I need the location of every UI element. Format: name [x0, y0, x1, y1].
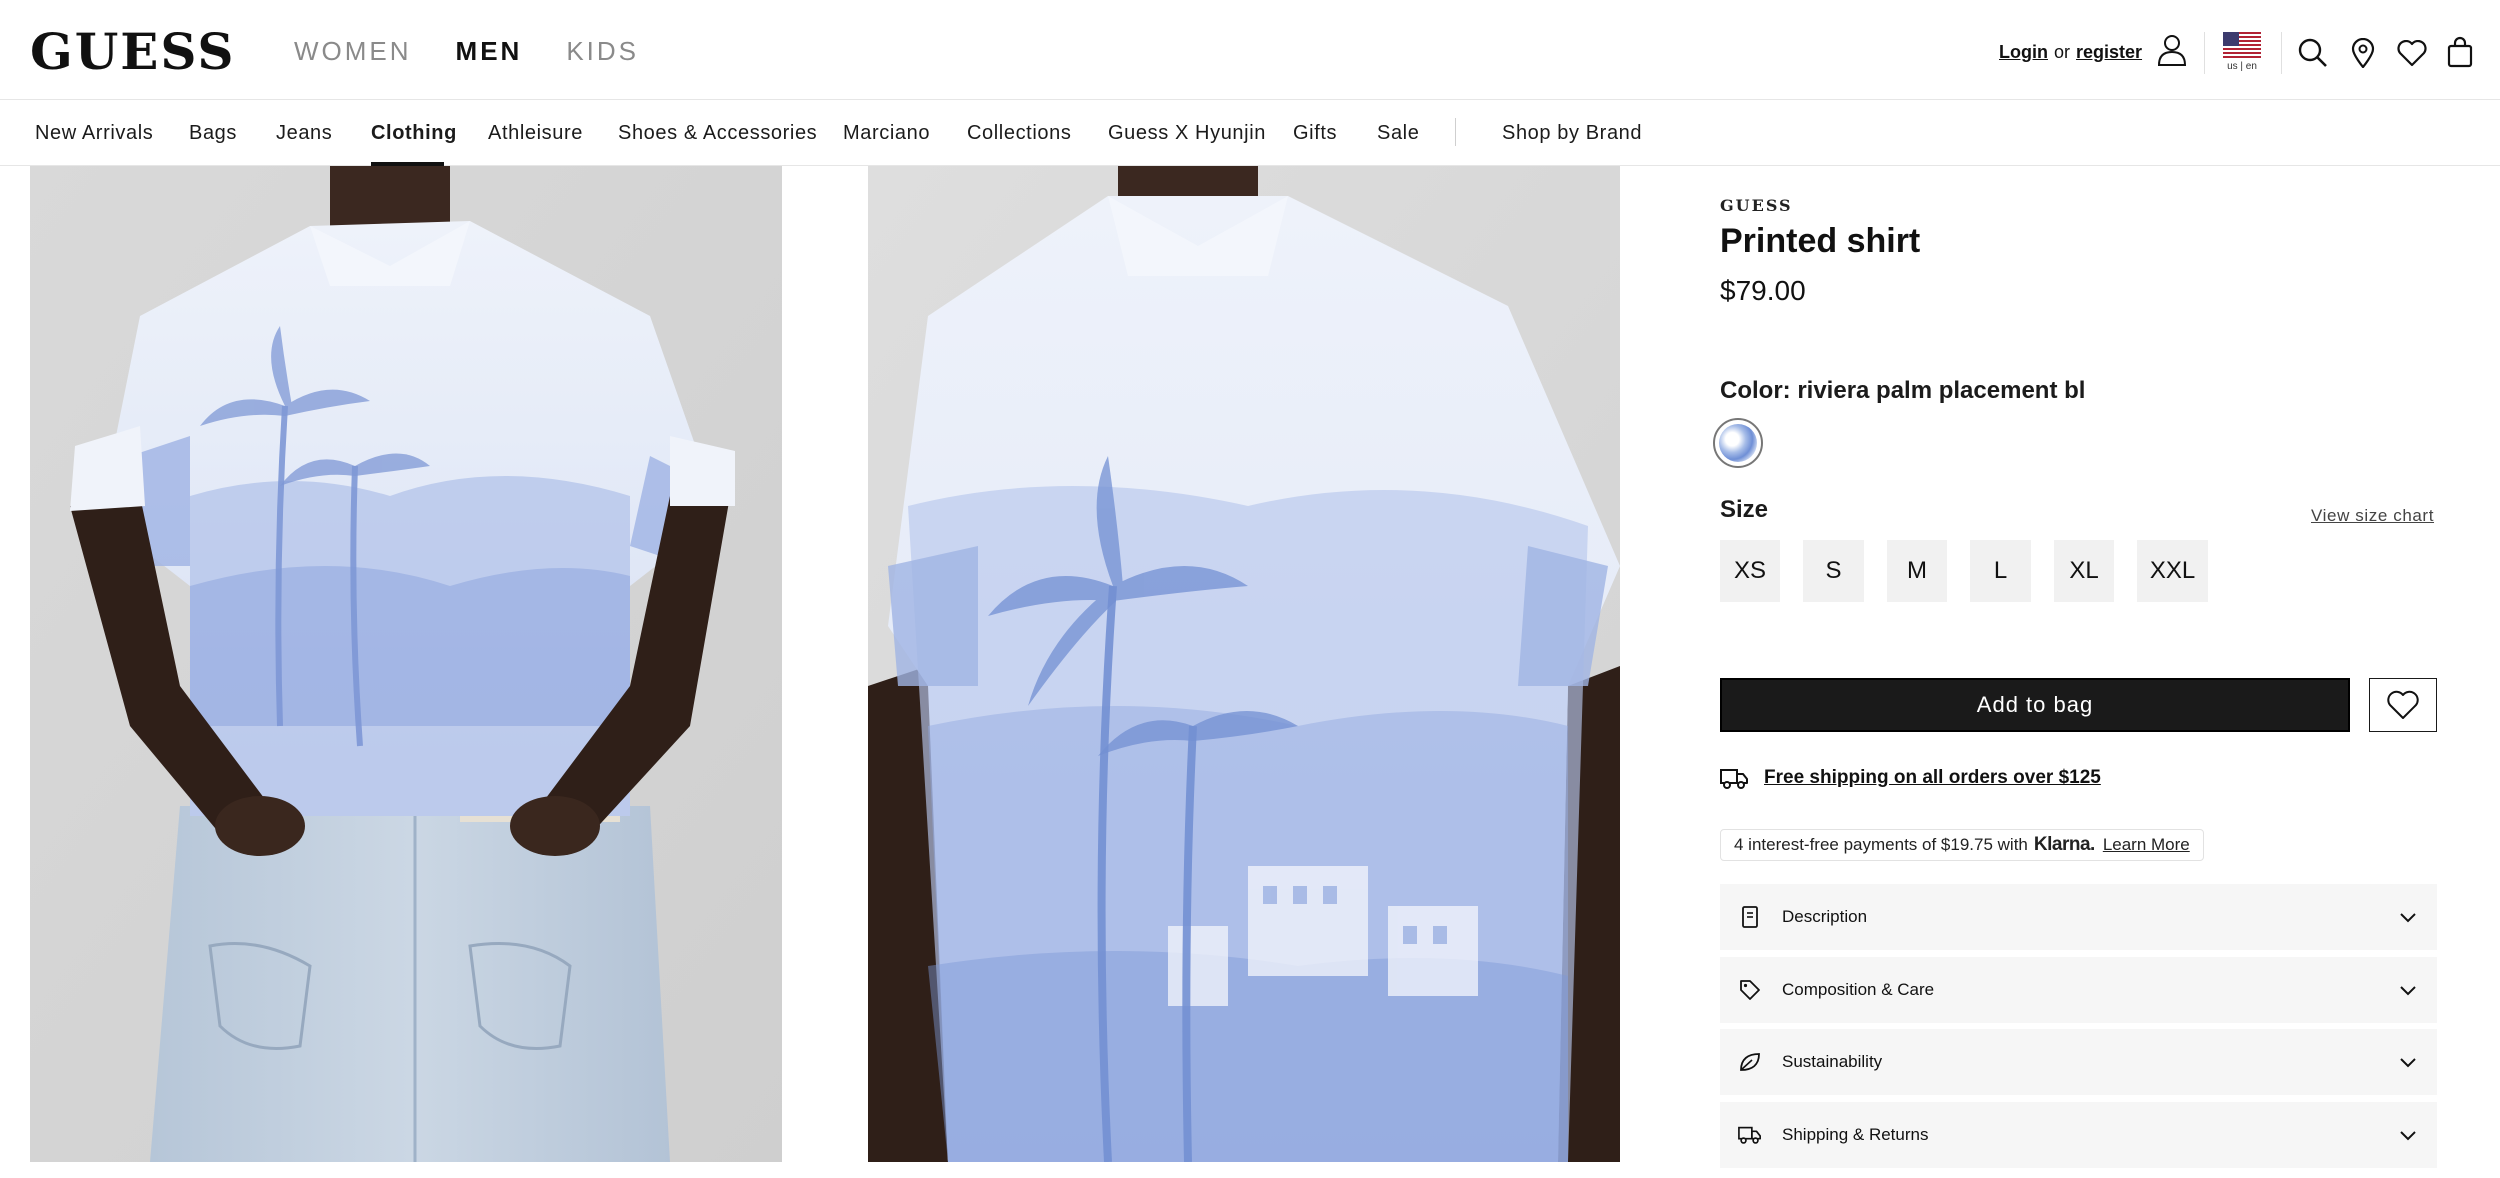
klarna-payment-banner: 4 interest-free payments of $19.75 with … — [1720, 829, 2204, 861]
accordion-label: Description — [1782, 907, 1868, 926]
klarna-installment-text: 4 interest-free payments of $19.75 with — [1734, 835, 2028, 854]
size-option-s[interactable]: S — [1803, 540, 1864, 602]
size-option-xs[interactable]: XS — [1720, 540, 1780, 602]
color-swatch-riviera-palm[interactable] — [1713, 418, 1763, 468]
tab-women[interactable]: WOMEN — [294, 34, 412, 68]
register-link[interactable]: register — [2076, 42, 2142, 62]
tab-kids[interactable]: KIDS — [566, 34, 639, 68]
chevron-down-icon — [2400, 913, 2416, 923]
document-icon — [1738, 905, 1762, 929]
size-label: Size — [1720, 496, 1769, 523]
view-size-chart-link[interactable]: View size chart — [2311, 506, 2434, 526]
header-divider — [2281, 32, 2282, 74]
login-link[interactable]: Login — [1999, 42, 2048, 62]
tab-men[interactable]: MEN — [456, 34, 523, 68]
size-option-l[interactable]: L — [1970, 540, 2031, 602]
category-nav: New Arrivals Bags Jeans Clothing Athleis… — [0, 100, 2500, 166]
store-locator-icon[interactable] — [2351, 38, 2375, 68]
nav-sale[interactable]: Sale — [1377, 120, 1419, 146]
wishlist-icon[interactable] — [2397, 40, 2427, 67]
search-icon[interactable] — [2298, 38, 2328, 68]
product-image-back-closeup[interactable] — [868, 166, 1620, 1162]
nav-divider — [1455, 118, 1456, 146]
shopping-bag-icon[interactable] — [2447, 36, 2473, 68]
truck-icon — [1738, 1123, 1762, 1147]
klarna-learn-more-link[interactable]: Learn More — [2103, 835, 2190, 855]
account-links: Login or register — [1999, 40, 2142, 64]
size-option-xxl[interactable]: XXL — [2137, 540, 2208, 602]
nav-athleisure[interactable]: Athleisure — [488, 120, 583, 146]
swatch-pattern — [1719, 424, 1757, 462]
product-brand: GUESS — [1720, 196, 1793, 215]
gender-nav: WOMEN MEN KIDS — [294, 34, 639, 68]
klarna-logo: Klarna. — [2033, 834, 2095, 855]
accordion-sustainability[interactable]: Sustainability — [1720, 1029, 2437, 1095]
product-price: $79.00 — [1720, 275, 1806, 306]
truck-icon — [1720, 769, 1748, 789]
accordion-composition-care[interactable]: Composition & Care — [1720, 957, 2437, 1023]
nav-jeans[interactable]: Jeans — [276, 120, 332, 146]
locale-label[interactable]: us | en — [2222, 61, 2262, 73]
chevron-down-icon — [2400, 1131, 2416, 1141]
free-shipping-banner: Free shipping on all orders over $125 — [1720, 766, 2101, 790]
leaf-icon — [1738, 1050, 1762, 1074]
or-text: or — [2053, 42, 2070, 62]
us-flag-icon[interactable] — [2223, 32, 2261, 58]
nav-gifts[interactable]: Gifts — [1293, 120, 1337, 146]
color-label: Color: riviera palm placement bl — [1720, 377, 2086, 404]
nav-shoes-accessories[interactable]: Shoes & Accessories — [618, 120, 817, 146]
heart-icon — [2387, 690, 2419, 719]
accordion-description[interactable]: Description — [1720, 884, 2437, 950]
product-image-back-hands-on-hips[interactable] — [30, 166, 782, 1162]
accordion-label: Composition & Care — [1782, 980, 1935, 999]
chevron-down-icon — [2400, 1058, 2416, 1068]
nav-guess-x-hyunjin[interactable]: Guess X Hyunjin — [1108, 120, 1266, 146]
chevron-down-icon — [2400, 986, 2416, 996]
nav-marciano[interactable]: Marciano — [843, 120, 930, 146]
nav-shop-by-brand[interactable]: Shop by Brand — [1502, 120, 1642, 146]
nav-collections[interactable]: Collections — [967, 120, 1071, 146]
nav-new-arrivals[interactable]: New Arrivals — [35, 120, 153, 146]
guess-logo[interactable]: GUESS — [30, 22, 236, 82]
size-selector: XS S M L XL XXL — [1720, 540, 2208, 602]
add-to-wishlist-button[interactable] — [2369, 678, 2437, 732]
account-icon[interactable] — [2157, 34, 2187, 66]
accordion-label: Sustainability — [1782, 1052, 1883, 1071]
tag-icon — [1738, 978, 1762, 1002]
nav-bags[interactable]: Bags — [189, 120, 237, 146]
accordion-label: Shipping & Returns — [1782, 1125, 1929, 1144]
site-header: GUESS WOMEN MEN KIDS Login or register us … — [0, 0, 2500, 100]
size-option-xl[interactable]: XL — [2054, 540, 2114, 602]
free-shipping-link[interactable]: Free shipping on all orders over $125 — [1764, 767, 2101, 789]
accordion-shipping-returns[interactable]: Shipping & Returns — [1720, 1102, 2437, 1168]
header-divider — [2204, 32, 2205, 74]
nav-clothing[interactable]: Clothing — [371, 120, 457, 146]
size-option-m[interactable]: M — [1887, 540, 1947, 602]
add-to-bag-button[interactable]: Add to bag — [1720, 678, 2350, 732]
product-name: Printed shirt — [1720, 222, 1921, 260]
